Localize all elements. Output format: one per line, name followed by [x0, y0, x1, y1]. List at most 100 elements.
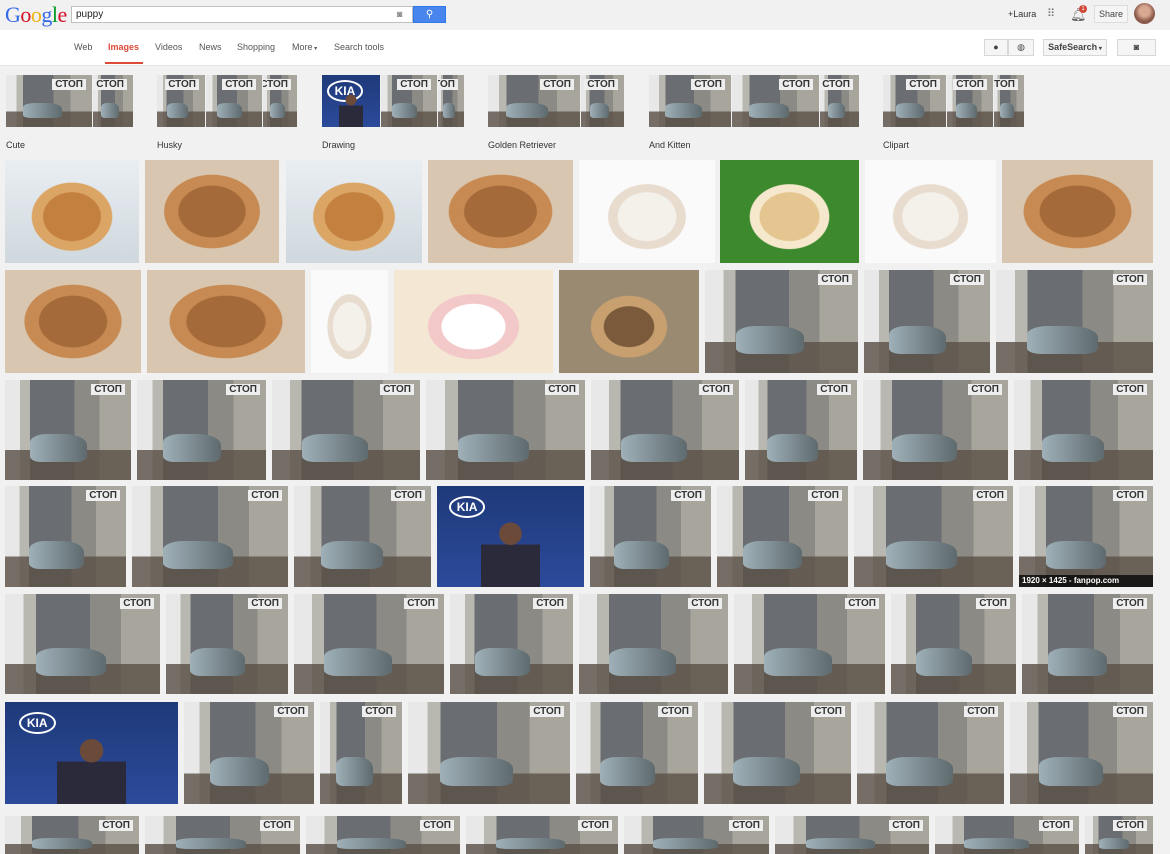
image-results-area: Cute Husky Drawing Golden Retriever And … — [0, 66, 1170, 854]
tab-news[interactable]: News — [199, 42, 222, 52]
search-input[interactable]: puppy ◙ — [71, 6, 413, 23]
image-result[interactable] — [466, 816, 618, 854]
person-filter-button[interactable]: ● — [984, 39, 1008, 56]
image-result[interactable] — [311, 270, 388, 373]
image-result[interactable] — [576, 702, 698, 804]
tab-shopping[interactable]: Shopping — [237, 42, 275, 52]
image-result[interactable] — [394, 270, 553, 373]
image-info-caption: 1920 × 1425 - fanpop.com — [1019, 575, 1153, 587]
image-result[interactable] — [745, 380, 857, 480]
image-result[interactable] — [717, 486, 848, 587]
image-result[interactable] — [579, 594, 728, 694]
logo-letter: G — [5, 2, 21, 27]
image-result[interactable] — [5, 816, 139, 854]
image-result[interactable] — [559, 270, 699, 373]
image-result[interactable] — [5, 486, 126, 587]
safesearch-dropdown[interactable]: SafeSearch ▾ — [1043, 39, 1107, 56]
image-result[interactable] — [426, 380, 585, 480]
suggestion-thumbnail — [6, 75, 92, 127]
suggestion-label: Golden Retriever — [488, 140, 557, 150]
suggestion-thumbnail — [732, 75, 819, 127]
logo-letter: e — [57, 2, 68, 27]
image-result[interactable] — [935, 816, 1079, 854]
image-result[interactable] — [5, 160, 139, 263]
suggestion-thumbnail — [581, 75, 624, 127]
search-tools-button[interactable]: Search tools — [334, 42, 384, 52]
related-search-and-kitten[interactable]: And Kitten — [649, 75, 859, 150]
image-result[interactable] — [437, 486, 584, 587]
related-search-husky[interactable]: Husky — [157, 75, 297, 150]
related-search-golden-retriever[interactable]: Golden Retriever — [488, 75, 624, 150]
tab-videos[interactable]: Videos — [155, 42, 182, 52]
suggestion-thumbnail — [381, 75, 437, 127]
suggestion-thumbnail — [263, 75, 297, 127]
logo-letter: o — [30, 2, 42, 27]
suggestion-thumbnail — [93, 75, 133, 127]
image-result[interactable] — [857, 702, 1004, 804]
image-result-hovered[interactable]: 1920 × 1425 - fanpop.com — [1019, 486, 1153, 587]
image-result[interactable] — [1085, 816, 1153, 854]
image-result[interactable] — [704, 702, 851, 804]
image-result[interactable] — [5, 594, 160, 694]
image-result[interactable] — [720, 160, 859, 263]
image-result[interactable] — [5, 270, 141, 373]
image-result[interactable] — [1010, 702, 1153, 804]
image-result[interactable] — [864, 270, 990, 373]
share-button[interactable]: Share — [1094, 5, 1128, 23]
suggestion-label: Clipart — [883, 140, 910, 150]
suggestion-label: Cute — [6, 140, 26, 150]
tab-images[interactable]: Images — [108, 42, 139, 52]
image-options-button[interactable]: ◙ — [1117, 39, 1156, 56]
image-result[interactable] — [408, 702, 570, 804]
image-result[interactable] — [5, 702, 178, 804]
image-result[interactable] — [579, 160, 715, 263]
suggestion-thumbnail — [322, 75, 380, 127]
image-result[interactable] — [450, 594, 573, 694]
image-result[interactable] — [734, 594, 885, 694]
tab-more[interactable]: More ▾ — [292, 42, 317, 52]
related-search-clipart[interactable]: Clipart — [883, 75, 1024, 150]
image-result[interactable] — [184, 702, 314, 804]
image-result[interactable] — [854, 486, 1013, 587]
image-result[interactable] — [145, 816, 300, 854]
avatar[interactable] — [1134, 3, 1155, 24]
tab-web[interactable]: Web — [74, 42, 92, 52]
search-button[interactable]: ⚲ — [413, 6, 446, 23]
image-result[interactable] — [286, 160, 422, 263]
camera-icon[interactable]: ◙ — [397, 9, 409, 19]
image-result[interactable] — [775, 816, 929, 854]
image-result[interactable] — [1022, 594, 1153, 694]
image-result[interactable] — [294, 594, 444, 694]
image-result[interactable] — [865, 160, 996, 263]
suggestion-thumbnail — [947, 75, 993, 127]
image-result[interactable] — [5, 380, 131, 480]
related-search-cute[interactable]: Cute — [6, 75, 133, 150]
image-result[interactable] — [306, 816, 460, 854]
apps-grid-icon[interactable]: ⠿ — [1047, 9, 1058, 20]
image-result[interactable] — [1002, 160, 1153, 263]
related-search-drawing[interactable]: Drawing — [322, 75, 464, 150]
image-result[interactable] — [320, 702, 402, 804]
image-result[interactable] — [863, 380, 1008, 480]
image-result[interactable] — [996, 270, 1153, 373]
image-result[interactable] — [891, 594, 1016, 694]
image-result[interactable] — [147, 270, 305, 373]
image-result[interactable] — [705, 270, 858, 373]
image-result[interactable] — [132, 486, 288, 587]
google-logo[interactable]: Google — [5, 2, 67, 28]
suggestion-thumbnail — [649, 75, 731, 127]
globe-filter-button[interactable]: ◍ — [1008, 39, 1034, 56]
image-result[interactable] — [166, 594, 288, 694]
image-result[interactable] — [294, 486, 431, 587]
image-result[interactable] — [137, 380, 266, 480]
image-result[interactable] — [145, 160, 279, 263]
image-result[interactable] — [624, 816, 769, 854]
image-result[interactable] — [1014, 380, 1153, 480]
image-result[interactable] — [428, 160, 573, 263]
user-profile-link[interactable]: +Laura — [1008, 9, 1036, 19]
chevron-down-icon: ▾ — [312, 46, 318, 52]
image-result[interactable] — [591, 380, 739, 480]
image-result[interactable] — [590, 486, 711, 587]
suggestion-label: And Kitten — [649, 140, 691, 150]
image-result[interactable] — [272, 380, 420, 480]
